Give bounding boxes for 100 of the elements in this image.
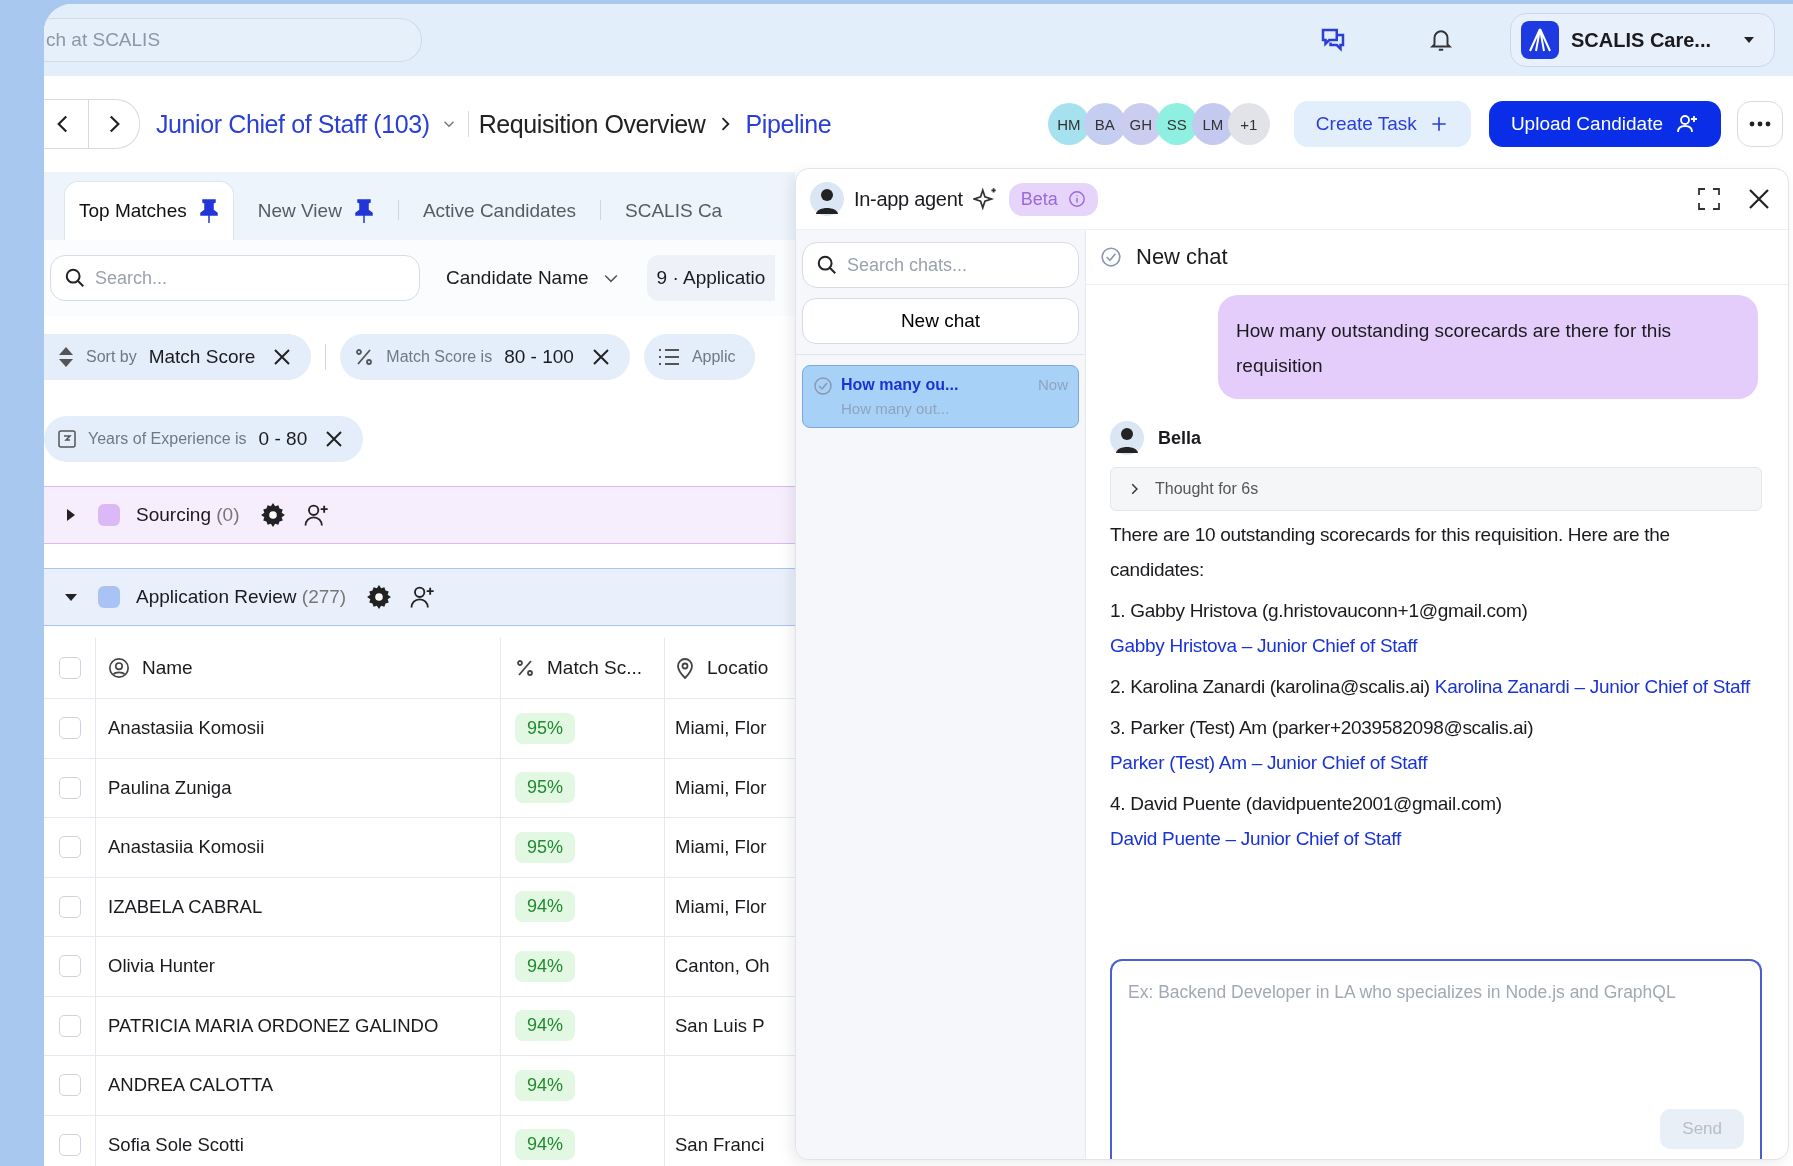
chat-preview: How many out... xyxy=(841,400,951,417)
view-tab[interactable]: Top Matches xyxy=(64,181,234,240)
settings-icon[interactable] xyxy=(366,584,393,610)
breadcrumb-item[interactable]: Pipeline xyxy=(745,109,832,139)
close-icon[interactable] xyxy=(325,430,344,448)
bell-icon[interactable] xyxy=(1428,27,1454,53)
sort-icon xyxy=(58,346,74,368)
candidate-list-item: 3. Parker (Test) Am (parker+2039582098@scalis.ai) Parker (Test) Am – Junior Chief of Staff xyxy=(1110,716,1535,775)
match-score-badge: 94% xyxy=(515,1129,576,1161)
location-cell: Miami, Flor xyxy=(675,895,767,918)
candidate-link[interactable]: Parker (Test) Am – Junior Chief of Staff xyxy=(1110,752,1428,773)
column-header[interactable]: Locatio xyxy=(707,657,769,679)
agent-name: Bella xyxy=(1158,427,1202,449)
upload-candidate-button[interactable]: Upload Candidate xyxy=(1488,101,1721,147)
user-message: How many outstanding scorecards are there for this requisition xyxy=(1218,295,1758,399)
location-cell: Miami, Flor xyxy=(675,836,767,859)
candidate-name[interactable]: PATRICIA MARIA ORDONEZ GALINDO xyxy=(108,1014,439,1037)
row-checkbox[interactable] xyxy=(58,1074,81,1097)
chat-title: How many ou... xyxy=(841,376,960,394)
create-task-button[interactable]: Create Task xyxy=(1293,101,1471,147)
panel-title: In-app agent xyxy=(854,187,963,211)
candidate-name[interactable]: ANDREA CALOTTA xyxy=(108,1074,274,1097)
candidate-list-item: 2. Karolina Zanardi (karolina@scalis.ai) Karolina Zanardi – Junior Chief of Staff xyxy=(1110,675,1752,699)
location-pin-icon xyxy=(675,657,695,679)
row-checkbox[interactable] xyxy=(58,1133,81,1156)
caret-icon xyxy=(1742,35,1756,45)
stage-header[interactable]: Sourcing (0) xyxy=(44,486,795,544)
search-icon xyxy=(816,254,838,276)
expand-icon[interactable] xyxy=(1698,188,1720,210)
candidate-name[interactable]: Paulina Zuniga xyxy=(108,776,232,799)
stage-dropdown[interactable]: 9 · Applicatio xyxy=(646,255,776,301)
check-circle-icon xyxy=(813,376,833,396)
view-tab[interactable]: Active Candidates xyxy=(408,182,591,240)
beta-badge: Beta xyxy=(1008,182,1098,216)
filter-chip[interactable]: Years of Experience is 0 - 80 xyxy=(44,416,364,462)
sparkle-icon xyxy=(972,186,999,212)
filter-chip[interactable]: Match Score is 80 - 100 xyxy=(340,334,630,380)
check-circle-icon xyxy=(1100,246,1122,268)
row-checkbox[interactable] xyxy=(58,836,81,859)
column-header[interactable]: Name xyxy=(142,657,193,679)
company-logo-icon xyxy=(1521,21,1559,59)
thought-toggle[interactable]: Thought for 6s xyxy=(1110,467,1762,511)
view-tab[interactable]: SCALIS Ca xyxy=(611,182,737,240)
column-header[interactable]: Match Sc... xyxy=(547,657,643,679)
match-score-badge: 95% xyxy=(515,712,576,744)
close-icon[interactable] xyxy=(591,348,610,366)
location-cell: Miami, Flor xyxy=(675,717,767,740)
match-score-badge: 94% xyxy=(515,1010,576,1042)
match-score-badge: 94% xyxy=(515,1069,576,1101)
job-title-link[interactable]: Junior Chief of Staff (103) xyxy=(156,109,430,139)
stage-name: Sourcing (0) xyxy=(136,504,240,526)
location-cell: Canton, Oh xyxy=(675,955,770,978)
agent-avatar xyxy=(810,182,844,216)
location-cell: San Luis P xyxy=(675,1014,765,1037)
field-dropdown[interactable]: Candidate Name xyxy=(436,267,631,289)
candidate-link[interactable]: Karolina Zanardi – Junior Chief of Staff xyxy=(1434,676,1750,697)
search-field[interactable]: ch at SCALIS xyxy=(44,18,422,62)
row-checkbox[interactable] xyxy=(58,955,81,978)
stage-header[interactable]: Application Review (277) xyxy=(44,568,795,626)
user-avatar[interactable]: +1 xyxy=(1227,103,1270,145)
candidate-list-item: 1. Gabby Hristova (g.hristovauconn+1@gmail.com) Gabby Hristova – Junior Chief of Staff xyxy=(1110,599,1529,658)
candidate-name[interactable]: Olivia Hunter xyxy=(108,955,215,978)
conversation-title: New chat xyxy=(1136,244,1228,270)
close-icon[interactable] xyxy=(1748,188,1770,210)
candidate-link[interactable]: David Puente – Junior Chief of Staff xyxy=(1110,828,1401,849)
chat-time: Now xyxy=(1038,376,1068,393)
candidate-link[interactable]: Gabby Hristova – Junior Chief of Staff xyxy=(1110,635,1418,656)
candidate-name[interactable]: Anastasiia Komosii xyxy=(108,836,265,859)
row-checkbox[interactable] xyxy=(58,717,81,740)
agent-avatar xyxy=(1110,421,1144,455)
reply-text: There are 10 outstanding scorecards for this requisition. Here are the candidates: xyxy=(1110,523,1671,582)
close-icon[interactable] xyxy=(273,348,292,366)
chat-search-field[interactable]: Search chats... xyxy=(802,242,1079,288)
account-switcher[interactable]: SCALIS Care... xyxy=(1510,13,1775,67)
person-icon xyxy=(108,657,130,679)
match-score-badge: 94% xyxy=(515,891,576,923)
candidate-list-item: 4. David Puente (davidpuente2001@gmail.com) David Puente – Junior Chief of Staff xyxy=(1110,792,1503,851)
settings-icon[interactable] xyxy=(259,502,286,528)
candidate-name[interactable]: Anastasiia Komosii xyxy=(108,717,265,740)
candidate-name[interactable]: IZABELA CABRAL xyxy=(108,895,263,918)
list-icon xyxy=(657,348,680,366)
breadcrumb-item[interactable]: Requisition Overview xyxy=(478,109,706,139)
row-checkbox[interactable] xyxy=(58,776,81,799)
percent-icon xyxy=(354,347,375,367)
select-all-checkbox[interactable] xyxy=(58,657,81,679)
filter-chip[interactable]: Sort by Match Score xyxy=(44,334,312,380)
view-tab[interactable]: New View xyxy=(243,182,388,240)
more-icon xyxy=(1749,121,1771,127)
row-checkbox[interactable] xyxy=(58,895,81,918)
percent-icon xyxy=(515,658,535,678)
match-score-badge: 95% xyxy=(515,772,576,804)
candidate-name[interactable]: Sofia Sole Scotti xyxy=(108,1133,244,1156)
search-field[interactable]: Search... xyxy=(50,255,420,301)
new-chat-button[interactable]: New chat xyxy=(802,298,1079,344)
row-checkbox[interactable] xyxy=(58,1014,81,1037)
stage-name: Application Review (277) xyxy=(136,586,347,608)
match-score-badge: 94% xyxy=(515,950,576,982)
more-options-button[interactable] xyxy=(1737,101,1783,147)
chat-history-item[interactable]: How many ou... How many out... Now xyxy=(802,365,1079,428)
filter-chip[interactable]: Applic xyxy=(643,334,756,380)
